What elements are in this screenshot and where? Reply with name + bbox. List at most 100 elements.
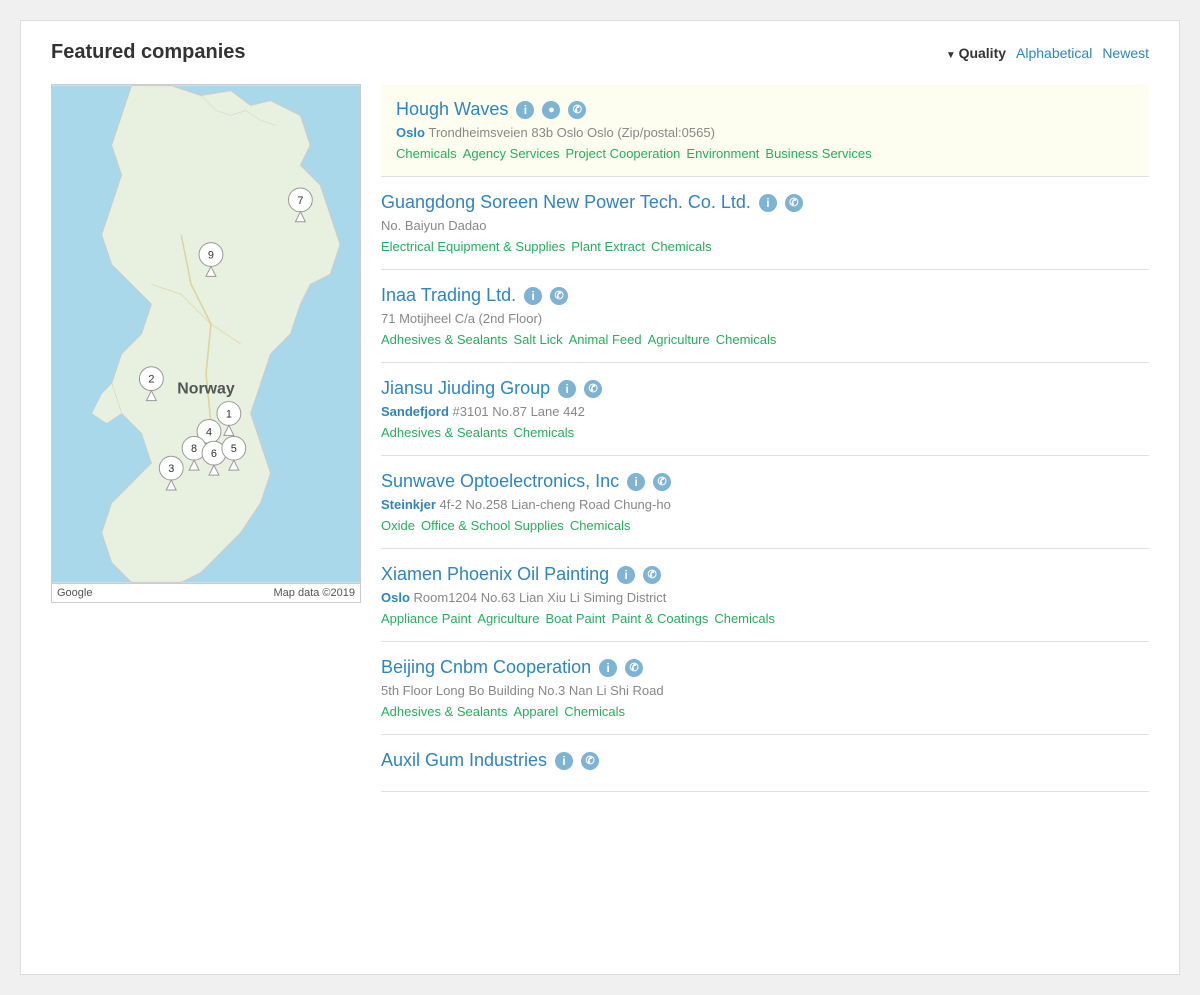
page-container: Featured companies Quality Alphabetical … <box>20 20 1180 975</box>
google-logo: Google <box>57 587 92 599</box>
company-tag[interactable]: Chemicals <box>396 146 457 161</box>
company-name[interactable]: Auxil Gum Industries <box>381 750 547 771</box>
company-tag[interactable]: Animal Feed <box>569 332 642 347</box>
map-footer: Google Map data ©2019 <box>51 584 361 603</box>
phone-icon[interactable]: ✆ <box>785 194 803 212</box>
company-tag[interactable]: Adhesives & Sealants <box>381 332 507 347</box>
company-card: Beijing Cnbm Cooperationi✆5th Floor Long… <box>381 642 1149 735</box>
company-tag[interactable]: Office & School Supplies <box>421 518 564 533</box>
company-tag[interactable]: Adhesives & Sealants <box>381 704 507 719</box>
info-icon[interactable]: i <box>516 101 534 119</box>
company-tag[interactable]: Electrical Equipment & Supplies <box>381 239 565 254</box>
phone-icon[interactable]: ✆ <box>584 380 602 398</box>
page-title: Featured companies <box>51 41 246 64</box>
company-name-row: Inaa Trading Ltd. i ✆ <box>381 285 1149 306</box>
company-card: Hough Waves i ● ✆ Oslo Trondheimsveien 83b O… <box>381 84 1149 177</box>
company-address: Oslo Room1204 No.63 Lian Xiu Li Siming D… <box>381 590 1149 605</box>
company-tag[interactable]: Chemicals <box>714 611 775 626</box>
company-tag[interactable]: Boat Paint <box>545 611 605 626</box>
company-tags: Oxide Office & School Supplies Chemicals <box>381 518 1149 533</box>
sort-newest[interactable]: Newest <box>1102 45 1149 61</box>
company-tag[interactable]: Chemicals <box>570 518 631 533</box>
company-card: Guangdong Soreen New Power Tech. Co. Ltd… <box>381 177 1149 270</box>
company-address: Steinkjer 4f-2 No.258 Lian-cheng Road Ch… <box>381 497 1149 512</box>
svg-text:4: 4 <box>206 426 212 438</box>
company-tag[interactable]: Chemicals <box>564 704 625 719</box>
svg-text:3: 3 <box>168 463 174 475</box>
info-icon[interactable]: i <box>759 194 777 212</box>
company-name[interactable]: Jiansu Jiuding Group <box>381 378 550 399</box>
svg-text:2: 2 <box>148 374 154 386</box>
company-tags: Adhesives & Sealants Salt Lick Animal Feed… <box>381 332 1149 347</box>
header: Featured companies Quality Alphabetical … <box>51 41 1149 64</box>
company-card: Auxil Gum Industries i ✆ <box>381 735 1149 792</box>
info-icon[interactable]: i <box>558 380 576 398</box>
company-tag[interactable]: Plant Extract <box>571 239 645 254</box>
company-name-row: Sunwave Optoelectronics, Inc i ✆ <box>381 471 1149 492</box>
svg-text:6: 6 <box>211 448 217 460</box>
phone-icon[interactable]: ✆ <box>568 101 586 119</box>
map-data-label: Map data ©2019 <box>274 587 356 599</box>
company-name-row: Guangdong Soreen New Power Tech. Co. Ltd… <box>381 192 1149 213</box>
sort-active[interactable]: Quality <box>946 45 1006 61</box>
featured-companies-list: Hough Waves i ● ✆ Oslo Trondheimsveien 83b O… <box>381 84 1149 549</box>
phone-icon[interactable]: ✆ <box>550 287 568 305</box>
company-city: Oslo <box>381 590 414 605</box>
company-name[interactable]: Hough Waves <box>396 99 508 120</box>
company-tag[interactable]: Apparel <box>513 704 558 719</box>
company-tag[interactable]: Agriculture <box>648 332 710 347</box>
company-name-row: Auxil Gum Industries i ✆ <box>381 750 1149 771</box>
company-tag[interactable]: Business Services <box>765 146 871 161</box>
company-city: Sandefjord <box>381 404 453 419</box>
company-name[interactable]: Sunwave Optoelectronics, Inc <box>381 471 619 492</box>
company-tags: Adhesives & Sealants Apparel Chemicals <box>381 704 1149 719</box>
company-name-row: Hough Waves i ● ✆ <box>396 99 1134 120</box>
company-address: Sandefjord #3101 No.87 Lane 442 <box>381 404 1149 419</box>
standalone-companies-list: Xiamen Phoenix Oil Painting i ✆ Oslo Room12… <box>381 549 1149 792</box>
company-tag[interactable]: Chemicals <box>716 332 777 347</box>
company-city: Oslo <box>396 125 429 140</box>
company-city: Steinkjer <box>381 497 440 512</box>
map-container[interactable]: Norway 7 9 <box>51 84 361 584</box>
phone-icon[interactable]: ✆ <box>653 473 671 491</box>
company-tag[interactable]: Paint & Coatings <box>611 611 708 626</box>
company-tag[interactable]: Agency Services <box>463 146 560 161</box>
company-tag[interactable]: Appliance Paint <box>381 611 471 626</box>
company-tag[interactable]: Environment <box>686 146 759 161</box>
company-name-row: Jiansu Jiuding Group i ✆ <box>381 378 1149 399</box>
info-icon[interactable]: i <box>524 287 542 305</box>
company-name[interactable]: Guangdong Soreen New Power Tech. Co. Ltd… <box>381 192 751 213</box>
company-tag[interactable]: Adhesives & Sealants <box>381 425 507 440</box>
company-name[interactable]: Xiamen Phoenix Oil Painting <box>381 564 609 585</box>
company-address: Oslo Trondheimsveien 83b Oslo Oslo (Zip/… <box>396 125 1134 140</box>
company-card: Inaa Trading Ltd. i ✆ 71 Motijheel C/a (2nd… <box>381 270 1149 363</box>
company-tag[interactable]: Oxide <box>381 518 415 533</box>
phone-icon[interactable]: ✆ <box>581 752 599 770</box>
company-address: No. Baiyun Dadao <box>381 218 1149 233</box>
company-name-row: Xiamen Phoenix Oil Painting i ✆ <box>381 564 1149 585</box>
company-tag[interactable]: Agriculture <box>477 611 539 626</box>
svg-text:9: 9 <box>208 249 214 261</box>
company-name[interactable]: Beijing Cnbm Cooperation <box>381 657 591 678</box>
main-content: Norway 7 9 <box>51 84 1149 792</box>
company-tag[interactable]: Chemicals <box>513 425 574 440</box>
company-name[interactable]: Inaa Trading Ltd. <box>381 285 516 306</box>
phone-icon[interactable]: ✆ <box>625 659 643 677</box>
company-tag[interactable]: Salt Lick <box>513 332 562 347</box>
info-icon[interactable]: i <box>627 473 645 491</box>
company-card: Sunwave Optoelectronics, Inc i ✆ Steinkjer … <box>381 456 1149 549</box>
company-tag[interactable]: Chemicals <box>651 239 712 254</box>
companies-section: Hough Waves i ● ✆ Oslo Trondheimsveien 83b O… <box>381 84 1149 792</box>
company-tag[interactable]: Project Cooperation <box>566 146 681 161</box>
svg-text:5: 5 <box>231 443 237 455</box>
company-card: Jiansu Jiuding Group i ✆ Sandefjord #3101 N… <box>381 363 1149 456</box>
globe-icon[interactable]: ● <box>542 101 560 119</box>
company-address: 71 Motijheel C/a (2nd Floor) <box>381 311 1149 326</box>
svg-text:8: 8 <box>191 443 197 455</box>
sort-alphabetical[interactable]: Alphabetical <box>1016 45 1092 61</box>
company-card: Xiamen Phoenix Oil Painting i ✆ Oslo Room12… <box>381 549 1149 642</box>
phone-icon[interactable]: ✆ <box>643 566 661 584</box>
info-icon[interactable]: i <box>617 566 635 584</box>
info-icon[interactable]: i <box>599 659 617 677</box>
info-icon[interactable]: i <box>555 752 573 770</box>
